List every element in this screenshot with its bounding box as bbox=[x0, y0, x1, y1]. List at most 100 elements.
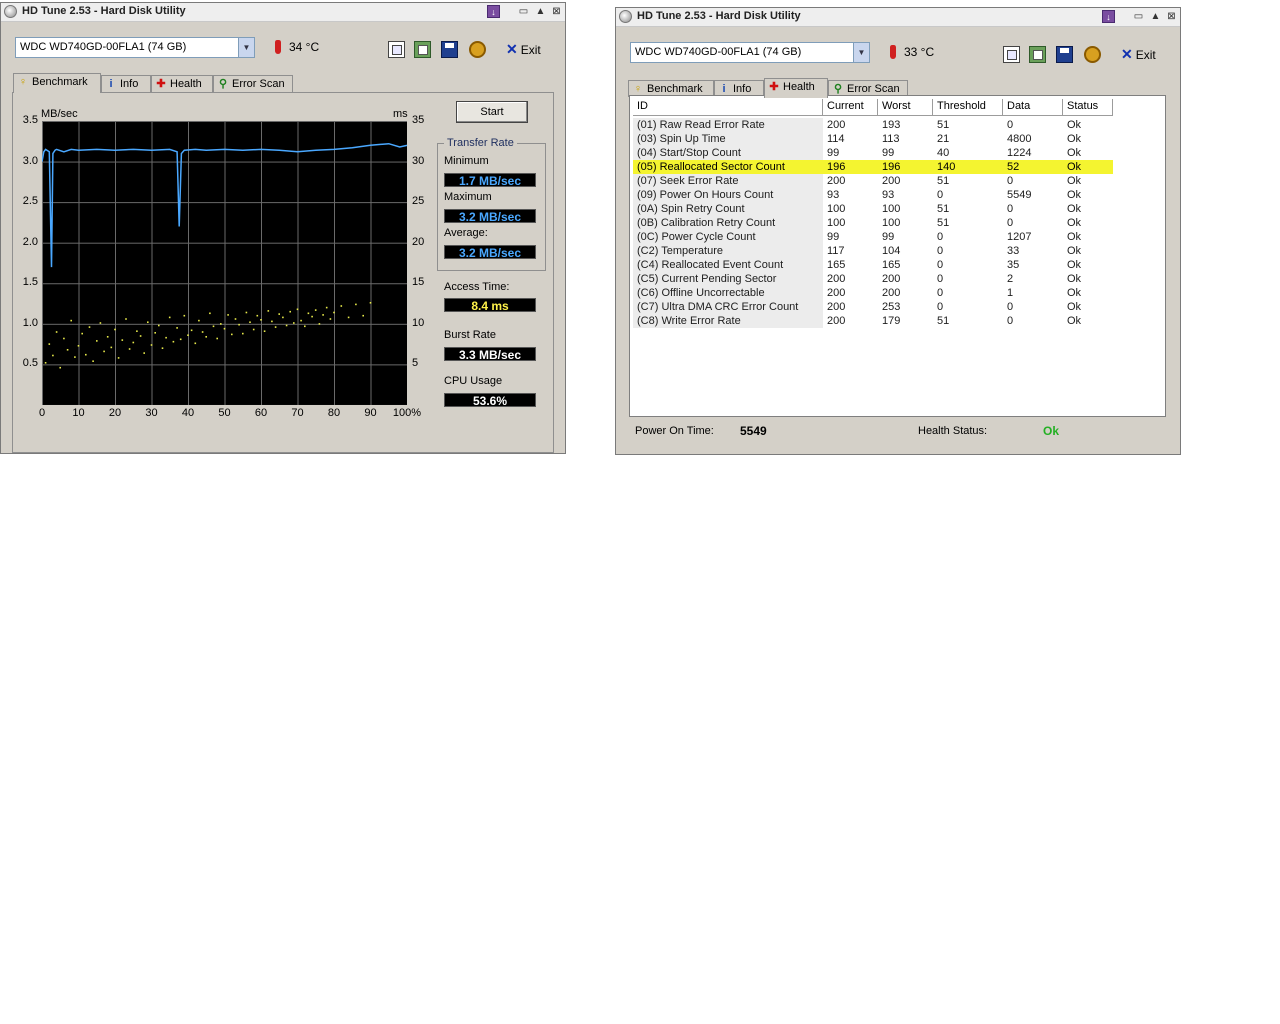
x-tick-label: 40 bbox=[181, 407, 195, 419]
table-cell: Ok bbox=[1067, 301, 1082, 313]
table-cell: 196 bbox=[823, 160, 878, 174]
table-row[interactable]: (C5) Current Pending Sector 200 200 0 2 Ok bbox=[633, 272, 1113, 286]
chevron-down-icon[interactable]: ▼ bbox=[238, 38, 254, 57]
x-tick-label: 0 bbox=[38, 407, 46, 419]
access-time-point bbox=[176, 327, 178, 329]
app-icon bbox=[619, 10, 632, 23]
access-time-point bbox=[285, 324, 288, 327]
temperature-display: 33 °C bbox=[890, 44, 934, 64]
table-row[interactable]: (03) Spin Up Time 114 113 21 4800 Ok bbox=[633, 132, 1113, 146]
close-button[interactable]: ⊠ bbox=[1165, 10, 1178, 23]
column-header[interactable]: Worst bbox=[878, 99, 933, 115]
access-time-point bbox=[128, 348, 131, 350]
access-time-point bbox=[198, 319, 200, 322]
access-time-point bbox=[48, 343, 51, 345]
column-header[interactable]: Current bbox=[823, 99, 878, 115]
drive-select[interactable]: WDC WD740GD-00FLA1 (74 GB) ▼ bbox=[630, 42, 870, 63]
column-header[interactable]: Threshold bbox=[933, 99, 1003, 115]
access-time-point bbox=[300, 319, 302, 322]
table-cell: 200 bbox=[827, 301, 846, 313]
copy-icon[interactable] bbox=[1003, 46, 1020, 63]
options-icon[interactable] bbox=[469, 41, 486, 58]
attribute-name-cell: (0C) Power Cycle Count bbox=[633, 230, 823, 244]
table-row[interactable]: (C4) Reallocated Event Count 165 165 0 35 Ok bbox=[633, 258, 1113, 272]
column-header[interactable]: Data bbox=[1003, 99, 1063, 115]
pin-icon[interactable]: ↓ bbox=[1102, 10, 1115, 23]
table-cell: 100 bbox=[827, 203, 846, 215]
table-row[interactable]: (0A) Spin Retry Count 100 100 51 0 Ok bbox=[633, 202, 1113, 216]
access-time-point bbox=[77, 345, 80, 347]
table-row[interactable]: (04) Start/Stop Count 99 99 40 1224 Ok bbox=[633, 146, 1113, 160]
save-icon[interactable] bbox=[441, 41, 458, 58]
y-right-tick-label: 10 bbox=[412, 316, 425, 329]
start-button[interactable]: Start bbox=[456, 101, 528, 123]
average-value: 3.2 MB/sec bbox=[444, 245, 536, 260]
access-time-point bbox=[85, 353, 87, 356]
table-row[interactable]: (C6) Offline Uncorrectable 200 200 0 1 Ok bbox=[633, 286, 1113, 300]
table-cell: 51 bbox=[937, 315, 950, 327]
column-header[interactable]: Status bbox=[1063, 99, 1113, 115]
table-row[interactable]: (0B) Calibration Retry Count 100 100 51 0 Ok bbox=[633, 216, 1113, 230]
access-time-point bbox=[304, 325, 306, 328]
access-time-point bbox=[136, 330, 138, 332]
tab-error-scan[interactable]: ⚲ Error Scan bbox=[213, 75, 293, 92]
table-row[interactable]: (C2) Temperature 117 104 0 33 Ok bbox=[633, 244, 1113, 258]
window-title: HD Tune 2.53 - Hard Disk Utility bbox=[637, 10, 801, 22]
attribute-name-cell: (C6) Offline Uncorrectable bbox=[633, 286, 823, 300]
access-time-point bbox=[114, 328, 116, 331]
copy-all-icon[interactable] bbox=[414, 41, 431, 58]
minimize-button[interactable]: ▭ bbox=[1132, 10, 1145, 23]
access-time-point bbox=[161, 347, 164, 349]
title-bar[interactable]: HD Tune 2.53 - Hard Disk Utility ↓ ▭ ▲ ⊠ bbox=[1, 3, 565, 22]
temperature-value: 34 °C bbox=[289, 39, 320, 54]
maximize-button[interactable]: ▲ bbox=[534, 5, 547, 18]
column-header[interactable]: ID bbox=[633, 99, 823, 115]
copy-all-icon[interactable] bbox=[1029, 46, 1046, 63]
access-time-point bbox=[139, 335, 142, 337]
table-cell: Ok bbox=[1067, 315, 1082, 327]
table-cell: 0 bbox=[937, 231, 944, 243]
access-time-point bbox=[121, 339, 124, 341]
title-bar[interactable]: HD Tune 2.53 - Hard Disk Utility ↓ ▭ ▲ ⊠ bbox=[616, 8, 1180, 27]
save-icon[interactable] bbox=[1056, 46, 1073, 63]
table-cell: 5549 bbox=[1007, 189, 1032, 201]
access-time-point bbox=[238, 323, 240, 326]
exit-button[interactable]: ✕ Exit bbox=[1121, 46, 1156, 64]
exit-label: Exit bbox=[520, 43, 541, 57]
access-time-point bbox=[59, 366, 61, 369]
x-tick-label: 80 bbox=[327, 407, 341, 419]
access-time-point bbox=[263, 330, 266, 332]
copy-icon[interactable] bbox=[388, 41, 405, 58]
table-row[interactable]: (C8) Write Error Rate 200 179 51 0 Ok bbox=[633, 314, 1113, 328]
table-cell: 35 bbox=[1007, 259, 1020, 271]
cpu-usage-label: CPU Usage bbox=[444, 375, 503, 387]
chevron-down-icon[interactable]: ▼ bbox=[853, 43, 869, 62]
attribute-name-cell: (0A) Spin Retry Count bbox=[633, 202, 823, 216]
minimize-button[interactable]: ▭ bbox=[517, 5, 530, 18]
access-time-point bbox=[234, 318, 237, 320]
tab-health[interactable]: ✚ Health bbox=[151, 75, 213, 92]
smart-attribute-list[interactable]: ID Current Worst Threshold Data Status (01) R… bbox=[629, 95, 1166, 417]
table-row[interactable]: (C7) Ultra DMA CRC Error Count 200 253 0 0 Ok bbox=[633, 300, 1113, 314]
close-button[interactable]: ⊠ bbox=[550, 5, 563, 18]
table-row[interactable]: (05) Reallocated Sector Count 196 196 140 52… bbox=[633, 160, 1113, 174]
maximize-button[interactable]: ▲ bbox=[1149, 10, 1162, 23]
table-row[interactable]: (07) Seek Error Rate 200 200 51 0 Ok bbox=[633, 174, 1113, 188]
table-row[interactable]: (09) Power On Hours Count 93 93 0 5549 Ok bbox=[633, 188, 1113, 202]
table-cell: 200 bbox=[827, 273, 846, 285]
table-row[interactable]: (01) Raw Read Error Rate 200 193 51 0 Ok bbox=[633, 118, 1113, 132]
table-cell: 100 bbox=[882, 203, 901, 215]
table-row[interactable]: (0C) Power Cycle Count 99 99 0 1207 Ok bbox=[633, 230, 1113, 244]
table-cell: 200 bbox=[827, 175, 846, 187]
pin-icon[interactable]: ↓ bbox=[487, 5, 500, 18]
access-time-value: 8.4 ms bbox=[444, 298, 536, 313]
tab-benchmark[interactable]: ♀ Benchmark bbox=[13, 73, 101, 93]
drive-select[interactable]: WDC WD740GD-00FLA1 (74 GB) ▼ bbox=[15, 37, 255, 58]
tab-info[interactable]: i Info bbox=[101, 75, 151, 92]
tab-health[interactable]: ✚ Health bbox=[764, 78, 828, 98]
exit-button[interactable]: ✕ Exit bbox=[506, 41, 541, 59]
options-icon[interactable] bbox=[1084, 46, 1101, 63]
table-cell: 196 bbox=[878, 160, 933, 174]
table-cell: 193 bbox=[882, 119, 901, 131]
access-time-label: Access Time: bbox=[444, 281, 510, 293]
